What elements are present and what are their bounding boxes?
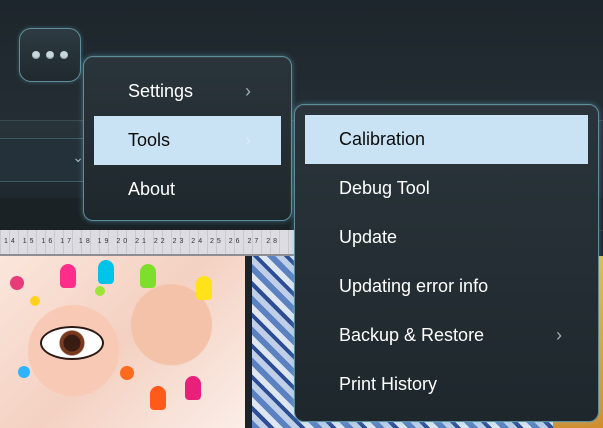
menu-item-label: Settings xyxy=(128,81,194,101)
nail-graphic xyxy=(60,264,76,288)
menu-item-label: Calibration xyxy=(339,129,426,149)
nail-graphic xyxy=(196,276,212,300)
menu-item-settings[interactable]: Settings › xyxy=(94,67,281,116)
decoration-dot xyxy=(95,286,105,296)
menu-item-label: Updating error info xyxy=(339,276,489,296)
eye-graphic xyxy=(40,326,104,360)
tools-submenu: Calibration Debug Tool Update Updating e… xyxy=(294,104,599,422)
chevron-right-icon: › xyxy=(556,325,562,345)
menu-item-label: Debug Tool xyxy=(339,178,430,198)
menu-item-label: About xyxy=(128,179,176,199)
more-dots-icon xyxy=(32,51,40,59)
nail-graphic xyxy=(150,386,166,410)
chevron-right-icon: › xyxy=(245,130,251,150)
decoration-dot xyxy=(18,366,30,378)
main-menu: Settings › Tools › About xyxy=(83,56,292,221)
background-dropdown[interactable]: ⌄ xyxy=(0,138,93,182)
submenu-item-print-history[interactable]: Print History xyxy=(305,360,588,409)
menu-item-tools[interactable]: Tools › xyxy=(94,116,281,165)
ruler-labels: 14 15 16 17 18 19 20 21 22 23 24 25 26 2… xyxy=(4,238,281,245)
submenu-item-calibration[interactable]: Calibration xyxy=(305,115,588,164)
more-menu-button[interactable] xyxy=(19,28,81,82)
decoration-dot xyxy=(10,276,24,290)
submenu-item-updating-error-info[interactable]: Updating error info xyxy=(305,262,588,311)
submenu-item-update[interactable]: Update xyxy=(305,213,588,262)
menu-item-label: Backup & Restore xyxy=(339,325,485,345)
ruler[interactable]: 14 15 16 17 18 19 20 21 22 23 24 25 26 2… xyxy=(0,230,320,256)
more-dots-icon xyxy=(46,51,54,59)
artwork-thumbnail-nails[interactable] xyxy=(0,256,245,428)
submenu-item-backup-restore[interactable]: Backup & Restore › xyxy=(305,311,588,360)
menu-item-label: Update xyxy=(339,227,398,247)
menu-item-label: Print History xyxy=(339,374,438,394)
submenu-item-debug-tool[interactable]: Debug Tool xyxy=(305,164,588,213)
nail-graphic xyxy=(98,260,114,284)
decoration-dot xyxy=(120,366,134,380)
more-dots-icon xyxy=(60,51,68,59)
chevron-right-icon: › xyxy=(245,81,251,101)
nail-graphic xyxy=(185,376,201,400)
decoration-dot xyxy=(30,296,40,306)
nail-graphic xyxy=(140,264,156,288)
menu-item-about[interactable]: About xyxy=(94,165,281,214)
menu-item-label: Tools xyxy=(128,130,171,150)
